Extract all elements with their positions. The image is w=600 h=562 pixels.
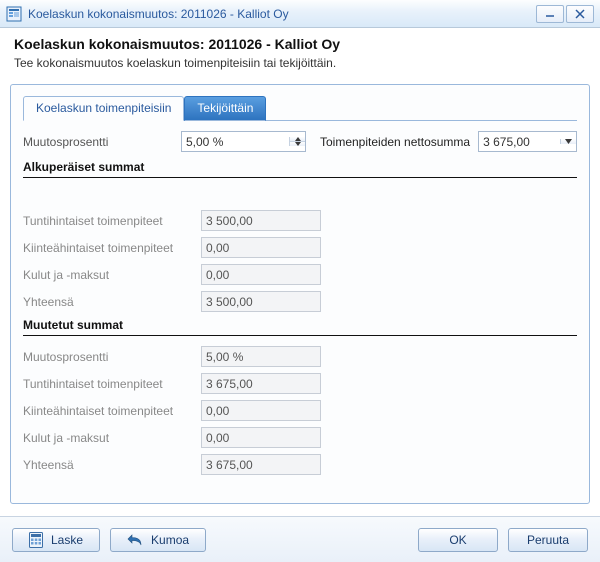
orig-total-value: 3 500,00 [201,291,321,312]
changed-percent-label: Muutosprosentti [23,350,201,364]
changed-costs-label: Kulut ja -maksut [23,431,201,445]
app-icon [6,6,22,22]
changed-percent-value: 5,00 % [201,346,321,367]
percent-label: Muutosprosentti [23,135,173,149]
percent-spinner[interactable]: 5,00 % [181,131,306,152]
orig-fixed-row: Kiinteähintaiset toimenpiteet 0,00 [23,237,577,258]
changed-costs-row: Kulut ja -maksut 0,00 [23,427,577,448]
changed-fixed-label: Kiinteähintaiset toimenpiteet [23,404,201,418]
ok-button-label: OK [449,533,466,547]
top-row: Muutosprosentti 5,00 % Toimenpiteiden ne… [23,131,577,152]
undo-button-label: Kumoa [151,533,189,547]
changed-hourly-row: Tuntihintaiset toimenpiteet 3 675,00 [23,373,577,394]
window-title: Koelaskun kokonaismuutos: 2011026 - Kall… [28,7,536,21]
title-bar: Koelaskun kokonaismuutos: 2011026 - Kall… [0,0,600,28]
orig-hourly-value: 3 500,00 [201,210,321,231]
changed-total-row: Yhteensä 3 675,00 [23,454,577,475]
spinner-buttons[interactable] [289,137,305,146]
changed-heading: Muutetut summat [23,318,577,336]
page-subtitle: Tee kokonaismuutos koelaskun toimenpitei… [14,56,586,70]
changed-percent-row: Muutosprosentti 5,00 % [23,346,577,367]
tab-bar: Koelaskun toimenpiteisiin Tekijöittäin [23,95,577,121]
tab-toimenpiteisiin[interactable]: Koelaskun toimenpiteisiin [23,96,184,121]
netsum-label: Toimenpiteiden nettosumma [320,135,470,149]
chevron-down-icon[interactable] [560,139,576,144]
percent-value: 5,00 % [182,135,289,149]
cancel-button[interactable]: Peruuta [508,528,588,552]
orig-total-label: Yhteensä [23,295,201,309]
ok-button[interactable]: OK [418,528,498,552]
tab-tekijoittain[interactable]: Tekijöittäin [184,96,266,121]
orig-heading: Alkuperäiset summat [23,160,577,178]
netsum-value: 3 675,00 [479,135,560,149]
orig-costs-row: Kulut ja -maksut 0,00 [23,264,577,285]
button-bar: Laske Kumoa OK Peruuta [0,516,600,562]
changed-hourly-label: Tuntihintaiset toimenpiteet [23,377,201,391]
main-panel: Koelaskun toimenpiteisiin Tekijöittäin M… [10,84,590,504]
orig-fixed-value: 0,00 [201,237,321,258]
changed-fixed-row: Kiinteähintaiset toimenpiteet 0,00 [23,400,577,421]
netsum-combo[interactable]: 3 675,00 [478,131,577,152]
undo-icon [127,533,143,547]
undo-button[interactable]: Kumoa [110,528,206,552]
calc-button[interactable]: Laske [12,528,100,552]
calc-button-label: Laske [51,533,83,547]
changed-total-value: 3 675,00 [201,454,321,475]
changed-costs-value: 0,00 [201,427,321,448]
cancel-button-label: Peruuta [527,533,569,547]
minimize-button[interactable] [536,5,564,23]
page-title: Koelaskun kokonaismuutos: 2011026 - Kall… [14,36,586,52]
changed-hourly-value: 3 675,00 [201,373,321,394]
orig-costs-value: 0,00 [201,264,321,285]
window-buttons [536,5,594,23]
orig-costs-label: Kulut ja -maksut [23,268,201,282]
changed-fixed-value: 0,00 [201,400,321,421]
close-button[interactable] [566,5,594,23]
changed-total-label: Yhteensä [23,458,201,472]
calculator-icon [29,532,43,548]
page-header: Koelaskun kokonaismuutos: 2011026 - Kall… [0,28,600,76]
orig-total-row: Yhteensä 3 500,00 [23,291,577,312]
orig-fixed-label: Kiinteähintaiset toimenpiteet [23,241,201,255]
orig-hourly-label: Tuntihintaiset toimenpiteet [23,214,201,228]
spinner-down-icon[interactable] [290,142,305,146]
orig-hourly-row: Tuntihintaiset toimenpiteet 3 500,00 [23,210,577,231]
